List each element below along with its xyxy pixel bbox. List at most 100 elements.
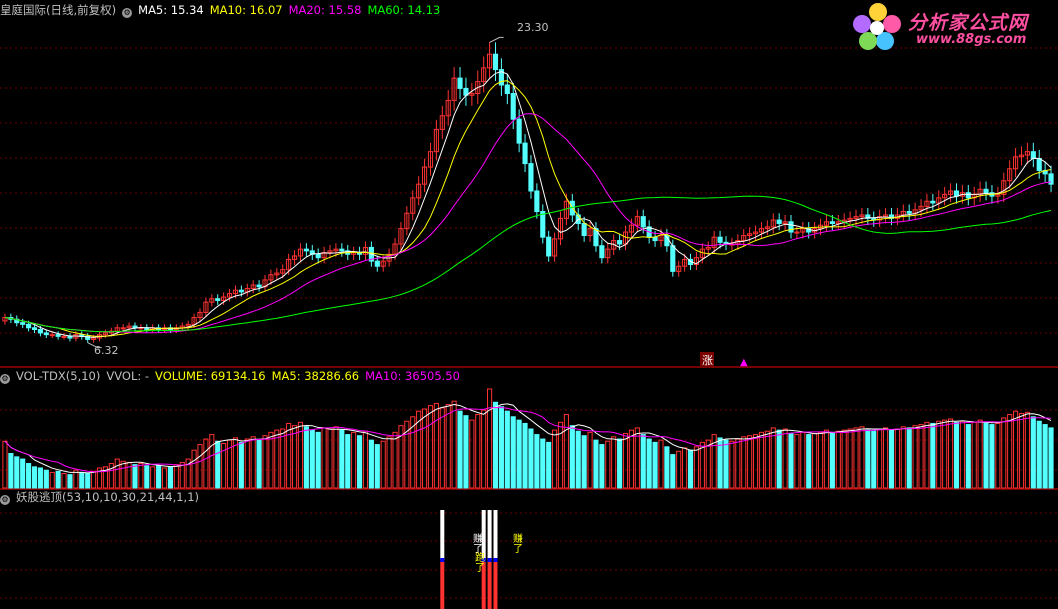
volume-bar (481, 409, 487, 489)
volume-bar (203, 438, 209, 489)
volume-bar (1042, 424, 1048, 489)
up-arrow-icon: ▲ (740, 357, 748, 368)
volume-bar (877, 428, 883, 489)
volume-bar (209, 434, 215, 489)
vol-ma5-line (4, 403, 1052, 474)
ma10-label: MA10: 16.07 (209, 3, 283, 17)
high-marker-line (489, 36, 504, 43)
volume-bar (953, 421, 960, 489)
volume-bar (475, 414, 481, 489)
volume-bar (498, 406, 504, 489)
volume-bar (291, 425, 298, 489)
vvol-label: VVOL: - (106, 369, 150, 383)
volume-bars[interactable] (2, 388, 1054, 489)
ma5-label: MA5: 15.34 (138, 3, 204, 17)
flower-logo-icon (853, 3, 901, 50)
signal-red-bar (493, 562, 498, 609)
volume-bar (829, 431, 835, 489)
candle-body (26, 323, 32, 329)
candle-body (49, 334, 55, 337)
volume-bar (729, 440, 735, 489)
candle-body (43, 332, 49, 336)
signal-blue-mark (440, 558, 445, 562)
volume-bar (599, 444, 605, 489)
chart-canvas[interactable]: 23.30 6.32 涨 ▲ 赚了 赚了 跑了 (0, 0, 1058, 609)
candle-body (374, 260, 380, 267)
volume-bar (1024, 411, 1030, 489)
candle-body (215, 298, 221, 301)
high-price-label: 23.30 (517, 21, 549, 34)
candle-body (794, 231, 800, 234)
volume-bar (693, 446, 700, 489)
volume-bar (546, 441, 552, 489)
candle-body (238, 289, 244, 293)
volume-bar (445, 404, 451, 489)
volume-bar (983, 421, 989, 489)
candle-body (1048, 173, 1054, 185)
volume-bar (1048, 427, 1054, 489)
volume-bar (161, 467, 168, 489)
volume-bar (197, 444, 203, 489)
volume-bar (563, 414, 569, 489)
candle-body (930, 200, 936, 204)
signal-indicator-title[interactable]: 妖股逃顶(53,10,10,30,21,44,1,1) (16, 490, 199, 504)
logo-url: www.88gs.com (916, 32, 1027, 47)
volume-ma10-label: MA10: 36505.50 (365, 369, 460, 383)
volume-bar (930, 422, 936, 489)
volume-bar (108, 463, 114, 489)
volume-bar (705, 439, 711, 489)
volume-bar (699, 441, 705, 489)
volume-bar (534, 434, 540, 489)
volume-bar (215, 440, 221, 489)
volume-bar (794, 434, 800, 489)
candle-body (516, 118, 522, 144)
candle-body (256, 284, 262, 288)
signal-label-c: 跑了 (473, 551, 485, 572)
volume-bar (286, 422, 292, 489)
signal-label-b: 赚了 (511, 532, 523, 553)
stock-title[interactable]: 皇庭国际(日线,前复权) (0, 3, 116, 17)
signal-white-bar (493, 510, 498, 560)
volume-bar (971, 421, 977, 489)
volume-bar (871, 430, 877, 489)
site-logo: 分析家公式网 www.88gs.com (852, 2, 1052, 52)
volume-bar (422, 408, 428, 489)
volume-bar (457, 410, 463, 489)
candle-body (504, 84, 510, 95)
volume-bar (156, 465, 162, 489)
volume-bar (2, 440, 8, 489)
volume-bar (776, 429, 782, 489)
volume-bar (138, 463, 144, 489)
volume-bar (114, 458, 120, 489)
volume-bar (463, 415, 469, 489)
candle-body (522, 142, 528, 165)
volume-indicator-title[interactable]: VOL-TDX(5,10) (16, 369, 100, 383)
volume-bar (906, 427, 912, 489)
gear-icon[interactable]: ⚙ (0, 495, 10, 505)
candle-body (55, 334, 61, 337)
volume-bar (120, 460, 126, 489)
volume-bar (628, 429, 634, 489)
candle-body (510, 93, 516, 120)
volume-bar (8, 453, 14, 489)
gear-icon[interactable]: ⚙ (0, 374, 10, 384)
signal-bars (440, 510, 498, 609)
volume-bar (812, 432, 818, 489)
volume-bar (55, 470, 61, 489)
volume-bar (575, 430, 581, 489)
volume-bar (540, 438, 546, 489)
volume-bar (67, 474, 73, 489)
signal-red-bar (487, 562, 492, 609)
volume-bar (687, 449, 694, 489)
candle-body (540, 211, 546, 238)
volume-bar (617, 438, 623, 489)
gear-icon[interactable]: ⚙ (122, 8, 133, 18)
volume-bar (912, 425, 918, 489)
volume-panel-header: ⚙ VOL-TDX(5,10) VVOL: - VOLUME: 69134.16 MA5… (0, 369, 466, 384)
volume-bar (31, 466, 38, 489)
volume-bar (303, 426, 309, 489)
volume-bar (587, 431, 593, 489)
volume-bar (817, 431, 824, 489)
volume-bar (859, 426, 865, 489)
volume-bar (427, 405, 434, 489)
